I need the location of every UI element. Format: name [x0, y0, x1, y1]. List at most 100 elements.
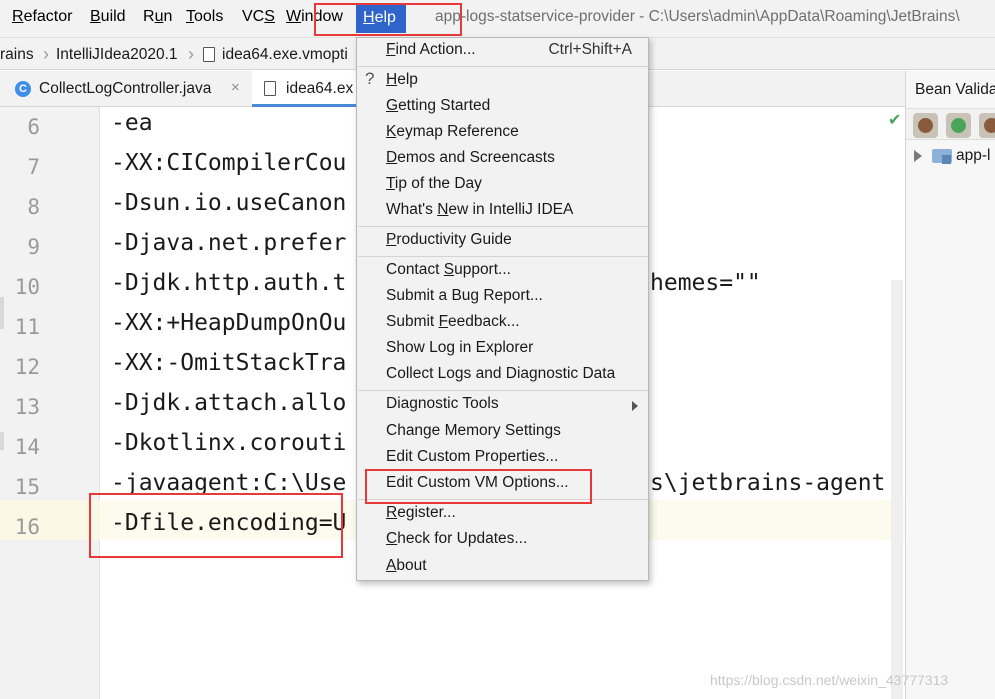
menu-item-label: Collect Logs and Diagnostic Data [386, 365, 616, 382]
menu-item-label: ew in IntelliJ IDEA [448, 201, 574, 218]
menu-item-label: What's [386, 201, 438, 218]
menu-item-mnemonic: T [386, 175, 395, 192]
menu-item-help[interactable]: ? Help [357, 68, 648, 94]
watermark: https://blog.csdn.net/weixin_43777313 [710, 672, 949, 688]
module-folder-icon [932, 149, 952, 164]
expand-arrow-icon[interactable] [914, 150, 922, 162]
menu-item-find-action[interactable]: Find Action... Ctrl+Shift+A [357, 38, 648, 64]
line-number: 9 [27, 235, 40, 259]
menu-item-label: emos and Screencasts [397, 149, 555, 166]
code-line[interactable]: -Djava.net.prefer [111, 230, 346, 256]
menu-item-mnemonic: D [386, 149, 398, 166]
menu-item-change-memory-settings[interactable]: Change Memory Settings [357, 419, 648, 445]
menu-item-label: ind Action... [395, 41, 476, 58]
menu-item-collect-logs[interactable]: Collect Logs and Diagnostic Data [357, 362, 648, 388]
menu-item-label: etting Started [398, 97, 491, 114]
tab-idea64-vmoptions[interactable]: idea64.ex [252, 71, 362, 107]
menu-tools[interactable]: Tools [186, 8, 223, 26]
line-number: 16 [14, 515, 40, 539]
menu-item-label: Submit a Bug Report... [386, 287, 543, 304]
menu-item-diagnostic-tools[interactable]: Diagnostic Tools [357, 392, 648, 418]
breadcrumb-item[interactable]: IntelliJIdea2020.1 [56, 46, 178, 64]
breadcrumb-item[interactable]: rains [0, 46, 34, 64]
vertical-scrollbar[interactable] [891, 280, 903, 699]
line-number: 8 [27, 195, 40, 219]
menu-item-mnemonic: N [437, 201, 449, 218]
menu-item-label: heck for Updates... [397, 530, 528, 547]
menu-item-contact-support[interactable]: Contact Support... [357, 258, 648, 284]
menu-item-whats-new[interactable]: What's New in IntelliJ IDEA [357, 198, 648, 224]
menu-item-show-log-in-explorer[interactable]: Show Log in Explorer [357, 336, 648, 362]
line-number: 6 [27, 115, 40, 139]
menu-item-label: Contact [386, 261, 444, 278]
menu-separator [358, 66, 648, 67]
highlight-box-help-menu [314, 3, 462, 36]
line-number: 12 [14, 355, 40, 379]
menu-item-submit-bug-report[interactable]: Submit a Bug Report... [357, 284, 648, 310]
menu-item-label: Change Memory Settings [386, 422, 561, 439]
line-number: 10 [14, 275, 40, 299]
menu-item-tip-of-the-day[interactable]: Tip of the Day [357, 172, 648, 198]
bean-action-icon[interactable] [979, 113, 995, 138]
menu-separator [358, 390, 648, 391]
check-icon: ✔ [888, 112, 902, 129]
code-line-visible-tail[interactable]: s\jetbrains-agent [650, 470, 885, 496]
menu-item-about[interactable]: About [357, 554, 648, 580]
bean-check-icon[interactable] [946, 113, 971, 138]
tab-label: idea64.ex [286, 80, 354, 97]
menu-item-label: elp [397, 71, 418, 88]
menu-item-getting-started[interactable]: Getting Started [357, 94, 648, 120]
code-line[interactable]: -Dsun.io.useCanon [111, 190, 346, 216]
code-line[interactable]: -XX:CICompilerCou [111, 150, 346, 176]
menu-item-label: bout [396, 557, 427, 574]
menu-item-register[interactable]: Register... [357, 501, 648, 527]
menu-item-mnemonic: F [438, 313, 449, 330]
file-icon [264, 81, 276, 96]
bean-settings-icon[interactable] [913, 113, 938, 138]
menu-item-label: roductivity Guide [396, 231, 512, 248]
menu-separator [358, 256, 648, 257]
tab-label: CollectLogController.java [39, 80, 212, 97]
line-number: 13 [14, 395, 40, 419]
file-icon [203, 47, 215, 62]
menu-item-productivity-guide[interactable]: Productivity Guide [357, 228, 648, 254]
menu-item-label: Edit Custom Properties... [386, 448, 559, 465]
menu-item-label: eedback... [448, 313, 520, 330]
highlight-box-edit-vm-options [365, 469, 592, 504]
panel-toolbar [906, 108, 995, 140]
panel-title: Bean Valida [915, 81, 995, 98]
code-line[interactable]: -Djdk.http.auth.t [111, 270, 346, 296]
menu-item-submit-feedback[interactable]: Submit Feedback... [357, 310, 648, 336]
menu-item-check-for-updates[interactable]: Check for Updates... [357, 527, 648, 553]
menu-item-edit-custom-properties[interactable]: Edit Custom Properties... [357, 445, 648, 471]
menu-item-mnemonic: A [386, 557, 397, 574]
menu-item-mnemonic: G [386, 97, 399, 114]
menu-item-label: Diagnostic Tools [386, 395, 499, 412]
menu-item-label: Submit [386, 313, 439, 330]
menu-separator [358, 226, 648, 227]
code-line[interactable]: -Dkotlinx.corouti [111, 430, 346, 456]
menu-item-demos-and-screencasts[interactable]: Demos and Screencasts [357, 146, 648, 172]
menu-item-mnemonic: C [386, 530, 398, 547]
menu-vcs[interactable]: VCS [242, 8, 275, 26]
line-number: 7 [27, 155, 40, 179]
code-line-visible-tail[interactable]: hemes="" [650, 270, 761, 296]
breadcrumb-item[interactable]: idea64.exe.vmopti [222, 46, 348, 64]
menu-item-keymap-reference[interactable]: Keymap Reference [357, 120, 648, 146]
menu-refactor[interactable]: Refactor [12, 8, 72, 26]
menu-item-label: eymap Reference [396, 123, 519, 140]
code-line[interactable]: -Djdk.attach.allo [111, 390, 346, 416]
code-line[interactable]: -XX:+HeapDumpOnOu [111, 310, 346, 336]
menu-build[interactable]: Build [90, 8, 126, 26]
code-line[interactable]: -XX:-OmitStackTra [111, 350, 346, 376]
code-line[interactable]: -ea [111, 110, 153, 136]
menu-item-label: Show Log in Explorer [386, 339, 534, 356]
tree-item-label: app-l [956, 147, 991, 164]
menu-item-mnemonic: K [386, 123, 397, 140]
menu-item-mnemonic: H [386, 71, 398, 88]
window-title: app-logs-statservice-provider - C:\Users… [435, 8, 960, 25]
highlight-box-encoding-line [89, 493, 343, 558]
menu-run[interactable]: Run [143, 8, 172, 26]
tab-collectlogcontroller[interactable]: C CollectLogController.java × [0, 71, 252, 107]
close-icon[interactable]: × [231, 79, 240, 96]
